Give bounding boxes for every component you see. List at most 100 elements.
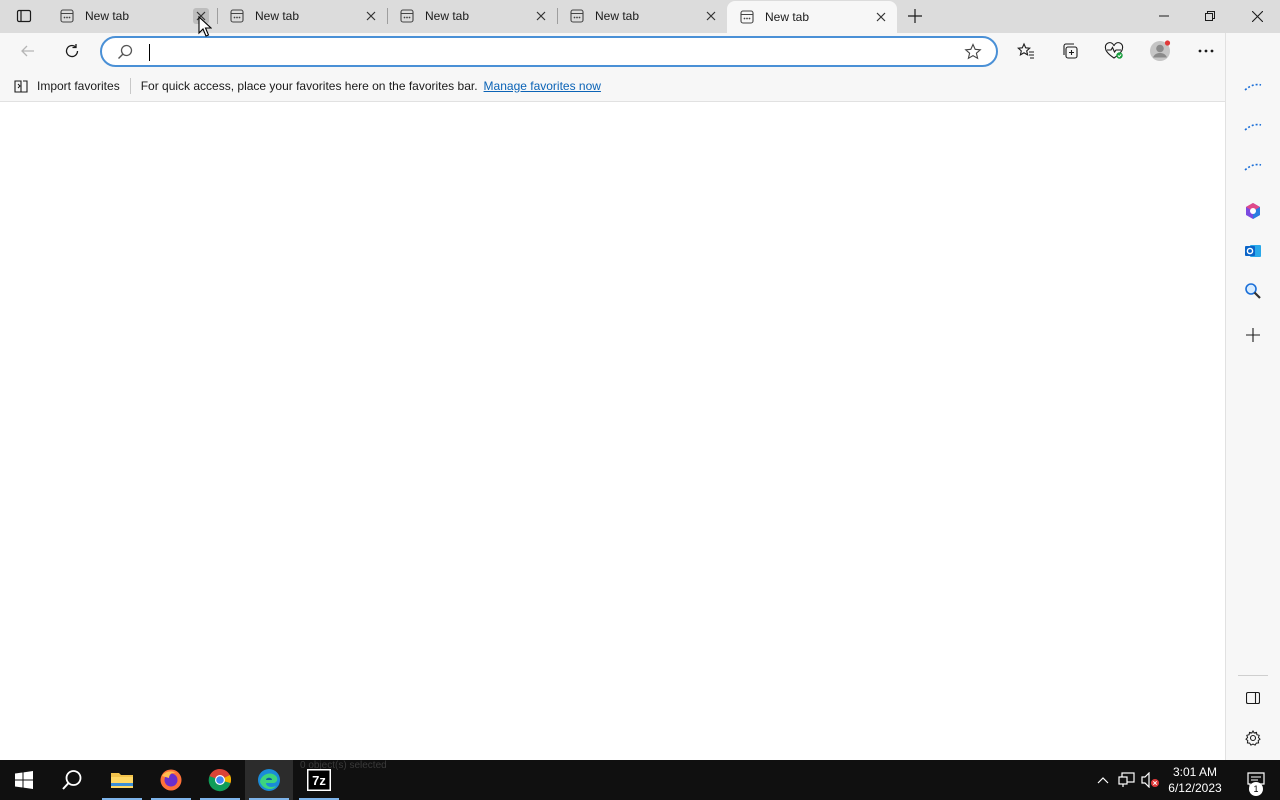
network-icon xyxy=(1118,772,1135,787)
tab-actions-icon[interactable] xyxy=(8,4,40,28)
sidebar-settings-button[interactable] xyxy=(1239,724,1267,752)
taskbar-edge[interactable] xyxy=(245,760,293,800)
network-button[interactable] xyxy=(1117,770,1137,790)
sidebar-divider xyxy=(1238,675,1268,676)
close-window-button[interactable] xyxy=(1234,0,1280,32)
taskbar-7zip[interactable]: 7z xyxy=(295,760,343,800)
plus-icon xyxy=(908,9,922,23)
background-window-text: 0 object(s) selected xyxy=(300,760,387,770)
minimize-button[interactable] xyxy=(1141,0,1187,32)
tab-3[interactable]: New tab xyxy=(387,0,557,32)
favorites-button[interactable] xyxy=(1011,36,1041,66)
tab-5-active[interactable]: New tab xyxy=(727,1,897,33)
sidebar-app-outlook[interactable] xyxy=(1239,237,1267,265)
taskbar: 0 object(s) selected 7z 3:01 AM 6/12/202… xyxy=(0,760,1280,800)
add-favorite-star-icon[interactable] xyxy=(964,43,982,61)
tab-2[interactable]: New tab xyxy=(217,0,387,32)
address-bar[interactable] xyxy=(100,36,998,67)
taskbar-file-explorer[interactable] xyxy=(98,760,146,800)
manage-favorites-link[interactable]: Manage favorites now xyxy=(484,79,601,93)
close-tab-icon[interactable] xyxy=(873,9,889,25)
favorites-bar: Import favorites For quick access, place… xyxy=(0,70,1225,102)
taskbar-firefox[interactable] xyxy=(147,760,195,800)
favorites-icon xyxy=(1017,42,1034,59)
browser-essentials-button[interactable] xyxy=(1099,36,1129,66)
tab-1[interactable]: New tab xyxy=(47,0,217,32)
svg-text:7z: 7z xyxy=(312,773,326,788)
close-tab-icon[interactable] xyxy=(533,8,549,24)
profile-icon xyxy=(1150,40,1171,61)
7zip-icon: 7z xyxy=(307,769,331,791)
mouse-cursor-icon xyxy=(198,16,212,37)
search-icon xyxy=(62,770,82,790)
loading-icon xyxy=(1244,123,1262,131)
tab-title: New tab xyxy=(85,9,130,23)
tab-title: New tab xyxy=(595,9,640,23)
chrome-icon xyxy=(208,768,232,792)
tab-title: New tab xyxy=(425,9,470,23)
more-icon xyxy=(1198,49,1214,53)
close-icon xyxy=(1251,10,1263,22)
import-favorites-label: Import favorites xyxy=(37,78,120,93)
restore-icon xyxy=(1205,11,1215,21)
tab-strip: New tab New tab New tab New tab New tab xyxy=(0,0,1280,33)
volume-button[interactable] xyxy=(1141,770,1161,790)
add-icon xyxy=(1246,328,1260,342)
taskbar-search-button[interactable] xyxy=(48,760,96,800)
firefox-icon xyxy=(160,769,182,791)
start-icon xyxy=(15,771,33,789)
office-icon xyxy=(1246,203,1260,219)
restore-button[interactable] xyxy=(1187,0,1233,32)
new-tab-page-icon xyxy=(569,8,585,24)
refresh-button[interactable] xyxy=(57,36,87,66)
favorites-bar-message: For quick access, place your favorites h… xyxy=(140,78,478,93)
back-button[interactable] xyxy=(13,36,43,66)
collections-button[interactable] xyxy=(1055,36,1085,66)
sidebar-add-button[interactable] xyxy=(1239,321,1267,349)
edge-sidebar xyxy=(1225,33,1280,760)
file-explorer-icon xyxy=(111,773,133,788)
sidebar-app-loading-3[interactable] xyxy=(1239,153,1267,181)
collections-icon xyxy=(1063,43,1078,59)
new-tab-page-icon xyxy=(59,8,75,24)
refresh-icon xyxy=(65,44,79,58)
taskbar-chrome[interactable] xyxy=(196,760,244,800)
new-tab-page-icon xyxy=(739,9,755,25)
volume-muted-icon xyxy=(1141,772,1159,788)
settings-icon xyxy=(1245,730,1261,746)
edge-icon xyxy=(258,769,280,791)
more-button[interactable] xyxy=(1191,36,1221,66)
import-favorites-button[interactable]: Import favorites xyxy=(13,74,120,98)
tab-title: New tab xyxy=(255,9,300,23)
tab-4[interactable]: New tab xyxy=(557,0,727,32)
favorites-divider xyxy=(129,77,131,94)
outlook-icon xyxy=(1245,245,1261,257)
toolbar xyxy=(0,33,1280,70)
tab-title: New tab xyxy=(765,10,810,24)
show-hidden-icons-button[interactable] xyxy=(1093,770,1113,790)
minimize-icon xyxy=(1159,15,1169,17)
import-favorites-icon xyxy=(14,79,28,93)
loading-icon xyxy=(1244,83,1262,91)
address-input[interactable] xyxy=(148,42,938,62)
sidebar-app-loading-1[interactable] xyxy=(1239,73,1267,101)
browser-essentials-icon xyxy=(1104,42,1124,59)
loading-icon xyxy=(1244,163,1262,171)
back-icon xyxy=(21,45,34,57)
close-tab-icon[interactable] xyxy=(703,8,719,24)
taskbar-clock[interactable]: 3:01 AM 6/12/2023 xyxy=(1160,764,1230,796)
search-icon xyxy=(118,44,133,59)
new-tab-button[interactable] xyxy=(903,4,927,28)
sidebar-app-search[interactable] xyxy=(1239,277,1267,305)
search-icon xyxy=(1245,283,1261,299)
notification-count-badge: 1 xyxy=(1249,782,1263,796)
sidebar-app-loading-2[interactable] xyxy=(1239,113,1267,141)
sidebar-app-office[interactable] xyxy=(1239,197,1267,225)
new-tab-page-icon xyxy=(399,8,415,24)
clock-time: 3:01 AM xyxy=(1172,765,1218,779)
chevron-up-icon xyxy=(1097,777,1109,784)
close-tab-icon[interactable] xyxy=(363,8,379,24)
hide-sidebar-button[interactable] xyxy=(1239,684,1267,712)
profile-button[interactable] xyxy=(1145,36,1175,66)
start-button[interactable] xyxy=(0,760,48,800)
